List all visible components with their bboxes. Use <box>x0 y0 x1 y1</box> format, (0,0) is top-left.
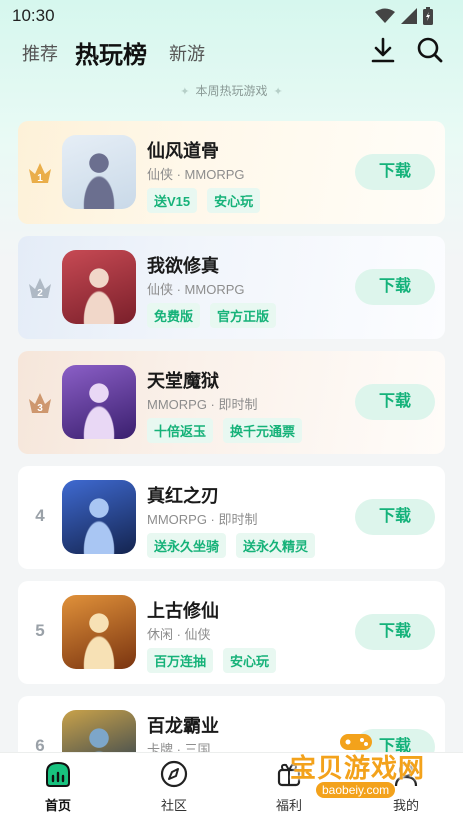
status-icons <box>375 7 433 25</box>
tab-new-games[interactable]: 新游 <box>169 40 205 66</box>
signal-icon <box>401 8 417 24</box>
game-icon[interactable] <box>62 135 136 209</box>
game-tag: 送永久精灵 <box>236 533 316 558</box>
game-tag: 送永久坐骑 <box>147 533 227 558</box>
battery-icon <box>423 7 433 25</box>
game-card[interactable]: 3 天堂魔狱 MMORPG · 即时制十倍返玉 换千元通票 下载 <box>18 351 445 454</box>
game-name[interactable]: 仙风道骨 <box>147 137 219 163</box>
game-tag: 十倍返玉 <box>147 418 214 443</box>
game-card[interactable]: 2 我欲修真仙侠 · MMORPG 免费版 官方正版 下载 <box>18 236 445 339</box>
download-button[interactable]: 下载 <box>355 269 435 305</box>
game-name[interactable]: 上古修仙 <box>147 597 219 623</box>
game-card[interactable]: 5 上古修仙休闲 · 仙侠百万连抽 安心玩 下载 <box>18 581 445 684</box>
download-button[interactable]: 下载 <box>355 614 435 650</box>
game-icon[interactable] <box>62 250 136 324</box>
game-tag: 安心玩 <box>207 188 261 213</box>
section-subtitle: ✦ 本周热玩游戏 ✦ <box>0 82 463 99</box>
nav-community[interactable]: 社区 <box>134 759 214 814</box>
game-icon[interactable] <box>62 595 136 669</box>
compass-icon <box>160 760 188 788</box>
header: 推荐 热玩榜 新游 <box>0 32 463 76</box>
download-icon[interactable] <box>370 36 396 64</box>
rank-medal-icon: 1 <box>29 163 51 184</box>
game-name[interactable]: 真红之刃 <box>147 482 219 508</box>
rank-number: 1 <box>37 173 43 184</box>
rank-medal-icon: 2 <box>29 278 51 299</box>
game-meta: MMORPG · 即时制 <box>147 512 258 527</box>
tab-hot-ranking[interactable]: 热玩榜 <box>75 35 147 70</box>
game-tag: 官方正版 <box>210 303 277 328</box>
nav-home-label: 首页 <box>44 798 71 813</box>
game-tag: 送V15 <box>147 188 198 213</box>
game-card[interactable]: 4 真红之刃 MMORPG · 即时制送永久坐骑 送永久精灵 下载 <box>18 466 445 569</box>
game-tag: 安心玩 <box>223 648 277 673</box>
game-meta: 休闲 · 仙侠 <box>147 627 211 642</box>
nav-welfare[interactable]: 福利 <box>249 759 329 814</box>
game-tags: 送V15 安心玩 <box>147 188 261 213</box>
rank-number: 5 <box>35 621 45 640</box>
rank-number: 3 <box>37 403 43 414</box>
wifi-icon <box>375 8 395 23</box>
game-icon[interactable] <box>62 480 136 554</box>
download-button[interactable]: 下载 <box>355 384 435 420</box>
download-button[interactable]: 下载 <box>355 154 435 190</box>
gift-icon <box>277 763 301 787</box>
sparkle-icon: ✦ <box>180 86 190 98</box>
rank-number: 2 <box>37 288 43 299</box>
game-card[interactable]: 1 仙风道骨仙侠 · MMORPG 送V15 安心玩 下载 <box>18 121 445 224</box>
game-tag: 免费版 <box>147 303 201 328</box>
game-meta: 仙侠 · MMORPG <box>147 167 245 182</box>
nav-welfare-label: 福利 <box>275 798 302 813</box>
search-icon[interactable] <box>416 36 444 64</box>
game-tag: 百万连抽 <box>147 648 214 673</box>
game-tags: 百万连抽 安心玩 <box>147 648 277 673</box>
nav-home[interactable]: 首页 <box>18 759 98 814</box>
status-bar: 10:30 <box>0 0 463 32</box>
game-tags: 免费版 官方正版 <box>147 303 277 328</box>
rank-number: 4 <box>35 506 45 525</box>
nav-community-label: 社区 <box>160 798 187 813</box>
nav-mine[interactable]: 我的 <box>366 759 446 814</box>
game-name[interactable]: 百龙霸业 <box>147 712 219 738</box>
game-tags: 十倍返玉 换千元通票 <box>147 418 303 443</box>
rank-medal-icon: 3 <box>29 393 51 414</box>
nav-mine-label: 我的 <box>392 798 419 813</box>
status-time: 10:30 <box>12 6 55 25</box>
game-meta: MMORPG · 即时制 <box>147 397 258 412</box>
home-icon <box>46 761 70 787</box>
user-icon <box>394 762 418 787</box>
game-name[interactable]: 我欲修真 <box>147 252 219 278</box>
download-button[interactable]: 下载 <box>355 499 435 535</box>
sparkle-icon: ✦ <box>273 86 283 98</box>
game-icon[interactable] <box>62 365 136 439</box>
game-tags: 送永久坐骑 送永久精灵 <box>147 533 316 558</box>
game-name[interactable]: 天堂魔狱 <box>147 367 219 393</box>
bottom-nav: 首页 社区 福利 我的 <box>0 752 463 823</box>
game-meta: 仙侠 · MMORPG <box>147 282 245 297</box>
tab-recommend[interactable]: 推荐 <box>22 40 58 66</box>
game-tag: 换千元通票 <box>223 418 303 443</box>
subtitle-text: 本周热玩游戏 <box>195 84 268 98</box>
